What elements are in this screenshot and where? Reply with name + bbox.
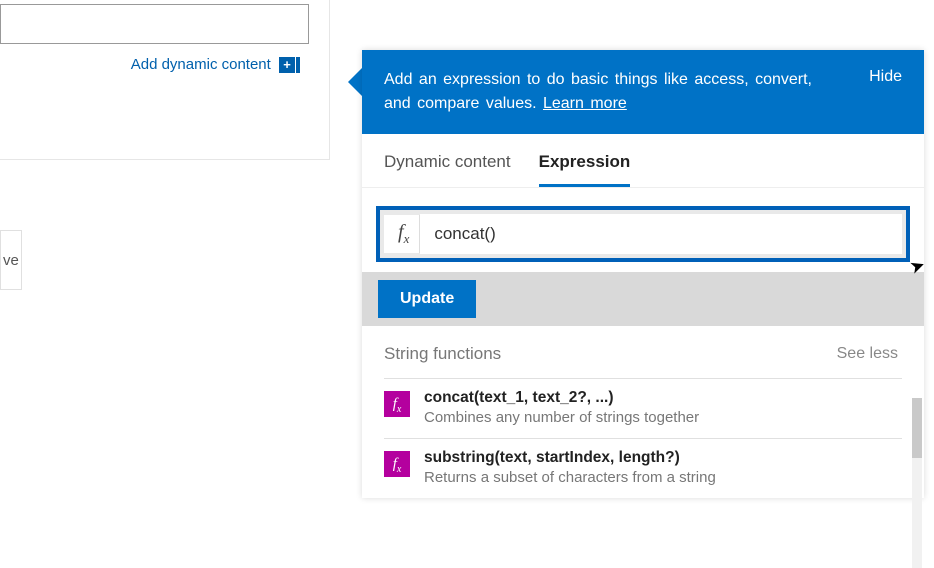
function-item-concat[interactable]: fx concat(text_1, text_2?, ...) Combines… (384, 378, 902, 438)
function-signature: concat(text_1, text_2?, ...) (424, 389, 699, 407)
add-dynamic-content-label: Add dynamic content (131, 56, 271, 73)
function-section-title: String functions (384, 344, 501, 364)
popup-header-text: Add an expression to do basic things lik… (384, 68, 824, 116)
tab-bar: Dynamic content Expression (362, 134, 924, 188)
expression-popup: Add an expression to do basic things lik… (362, 50, 924, 498)
see-less-toggle[interactable]: See less (837, 345, 898, 363)
fx-icon: fx (384, 215, 420, 253)
function-section: String functions See less fx concat(text… (362, 326, 924, 498)
function-list: fx concat(text_1, text_2?, ...) Combines… (362, 378, 924, 498)
tab-expression[interactable]: Expression (539, 152, 631, 187)
function-signature: substring(text, startIndex, length?) (424, 449, 716, 467)
tab-dynamic-content[interactable]: Dynamic content (384, 152, 511, 187)
function-section-header: String functions See less (362, 326, 924, 378)
learn-more-link[interactable]: Learn more (543, 95, 627, 112)
plus-icon: + (279, 57, 295, 73)
expression-input-row: fx (376, 206, 910, 262)
add-dynamic-content-link[interactable]: Add dynamic content + (0, 56, 300, 73)
scrollbar-thumb[interactable] (912, 398, 922, 458)
expression-input[interactable] (420, 214, 902, 254)
callout-arrow-icon (348, 68, 362, 96)
update-button[interactable]: Update (378, 280, 476, 318)
fx-badge-icon: fx (384, 391, 410, 417)
save-button-fragment[interactable]: ve (0, 230, 22, 290)
hide-button[interactable]: Hide (869, 68, 902, 86)
update-bar: Update (362, 272, 924, 326)
left-form-panel: Add dynamic content + (0, 0, 330, 160)
function-description: Combines any number of strings together (424, 409, 699, 426)
function-description: Returns a subset of characters from a st… (424, 469, 716, 486)
function-item-substring[interactable]: fx substring(text, startIndex, length?) … (384, 438, 902, 498)
scrollbar[interactable] (912, 398, 922, 568)
popup-header: Add an expression to do basic things lik… (362, 50, 924, 134)
left-text-input[interactable] (0, 4, 309, 44)
accent-bar (296, 57, 300, 73)
fx-badge-icon: fx (384, 451, 410, 477)
